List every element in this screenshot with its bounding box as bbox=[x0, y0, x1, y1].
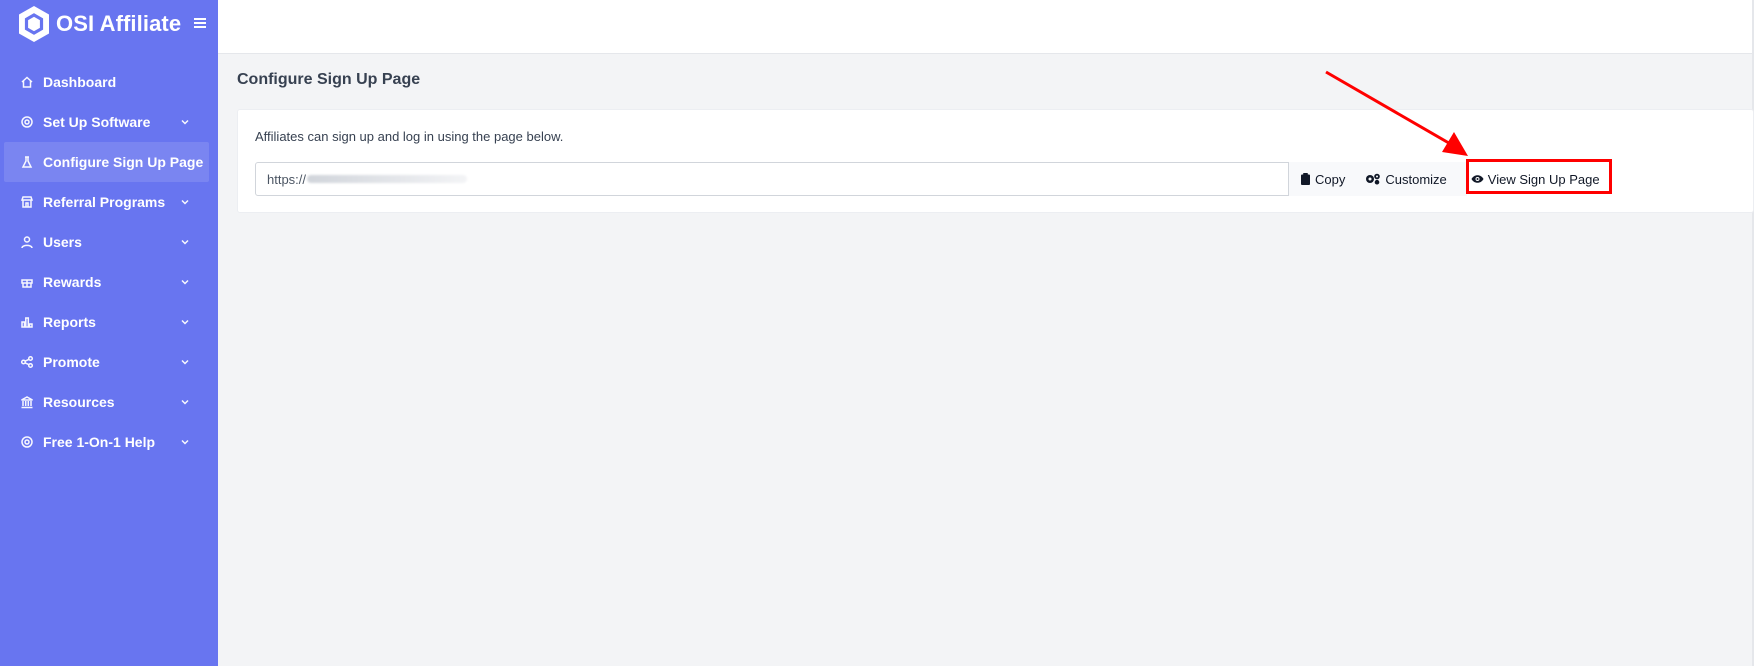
bank-icon bbox=[20, 395, 34, 409]
sidebar-item-dashboard[interactable]: Dashboard bbox=[0, 62, 218, 102]
lifebuoy-icon bbox=[20, 435, 34, 449]
sidebar-nav: Dashboard Set Up Software Configure Sign… bbox=[0, 62, 218, 462]
copy-button-label: Copy bbox=[1315, 171, 1346, 187]
chevron-down-icon bbox=[180, 357, 190, 367]
sidebar-item-label: Configure Sign Up Page bbox=[43, 154, 204, 170]
sidebar-item-referral-programs[interactable]: Referral Programs bbox=[0, 182, 218, 222]
sidebar-item-rewards[interactable]: Rewards bbox=[0, 262, 218, 302]
sidebar-item-label: Promote bbox=[43, 354, 100, 370]
gift-icon bbox=[20, 275, 34, 289]
redacted-url-text bbox=[307, 175, 468, 183]
sidebar-item-label: Free 1-On-1 Help bbox=[43, 434, 156, 450]
sidebar-item-label: Dashboard bbox=[43, 74, 117, 90]
customize-button[interactable]: Customize bbox=[1355, 162, 1467, 196]
hamburger-menu-icon[interactable] bbox=[193, 14, 207, 34]
sidebar-item-reports[interactable]: Reports bbox=[0, 302, 218, 342]
sidebar-item-promote[interactable]: Promote bbox=[0, 342, 218, 382]
sidebar: OSI Affiliate Dashboard Set Up Software bbox=[0, 0, 218, 666]
sidebar-item-free-help[interactable]: Free 1-On-1 Help bbox=[0, 422, 218, 462]
sidebar-item-label: Users bbox=[43, 234, 82, 250]
sidebar-item-resources[interactable]: Resources bbox=[0, 382, 218, 422]
user-icon bbox=[20, 235, 34, 249]
chevron-down-icon bbox=[180, 317, 190, 327]
share-icon bbox=[20, 355, 34, 369]
brand-name: OSI Affiliate bbox=[56, 11, 182, 36]
chevron-down-icon bbox=[180, 437, 190, 447]
chevron-down-icon bbox=[180, 237, 190, 247]
clipboard-icon bbox=[1299, 173, 1311, 185]
chevron-down-icon bbox=[180, 197, 190, 207]
brand[interactable]: OSI Affiliate bbox=[16, 4, 207, 44]
url-prefix-text: https:// bbox=[267, 171, 307, 187]
chevron-down-icon bbox=[180, 277, 190, 287]
copy-button[interactable]: Copy bbox=[1289, 162, 1356, 196]
customize-button-label: Customize bbox=[1385, 171, 1447, 187]
chevron-down-icon bbox=[180, 117, 190, 127]
sidebar-item-label: Rewards bbox=[43, 274, 102, 290]
sidebar-item-label: Referral Programs bbox=[43, 194, 166, 210]
sidebar-item-label: Resources bbox=[43, 394, 115, 410]
flask-icon bbox=[20, 155, 34, 169]
highlight-annotation-box bbox=[1466, 159, 1612, 194]
chart-icon bbox=[20, 315, 34, 329]
home-icon bbox=[20, 75, 34, 89]
url-row: https:// Copy Customize View Sign Up Pag… bbox=[255, 161, 1610, 197]
sidebar-item-label: Set Up Software bbox=[43, 114, 151, 130]
store-icon bbox=[20, 195, 34, 209]
page-title: Configure Sign Up Page bbox=[237, 71, 421, 88]
sidebar-item-users[interactable]: Users bbox=[0, 222, 218, 262]
card-description: Affiliates can sign up and log in using … bbox=[255, 129, 564, 144]
chevron-down-icon bbox=[180, 397, 190, 407]
gears-icon bbox=[1365, 173, 1381, 185]
signup-url-field[interactable]: https:// bbox=[255, 162, 1289, 196]
sidebar-item-configure-sign-up-page[interactable]: Configure Sign Up Page bbox=[4, 142, 209, 182]
gear-icon bbox=[20, 115, 34, 129]
sidebar-item-set-up-software[interactable]: Set Up Software bbox=[0, 102, 218, 142]
sidebar-item-label: Reports bbox=[43, 314, 96, 330]
top-header-bar bbox=[218, 0, 1754, 54]
hexagon-logo-icon bbox=[16, 4, 52, 44]
